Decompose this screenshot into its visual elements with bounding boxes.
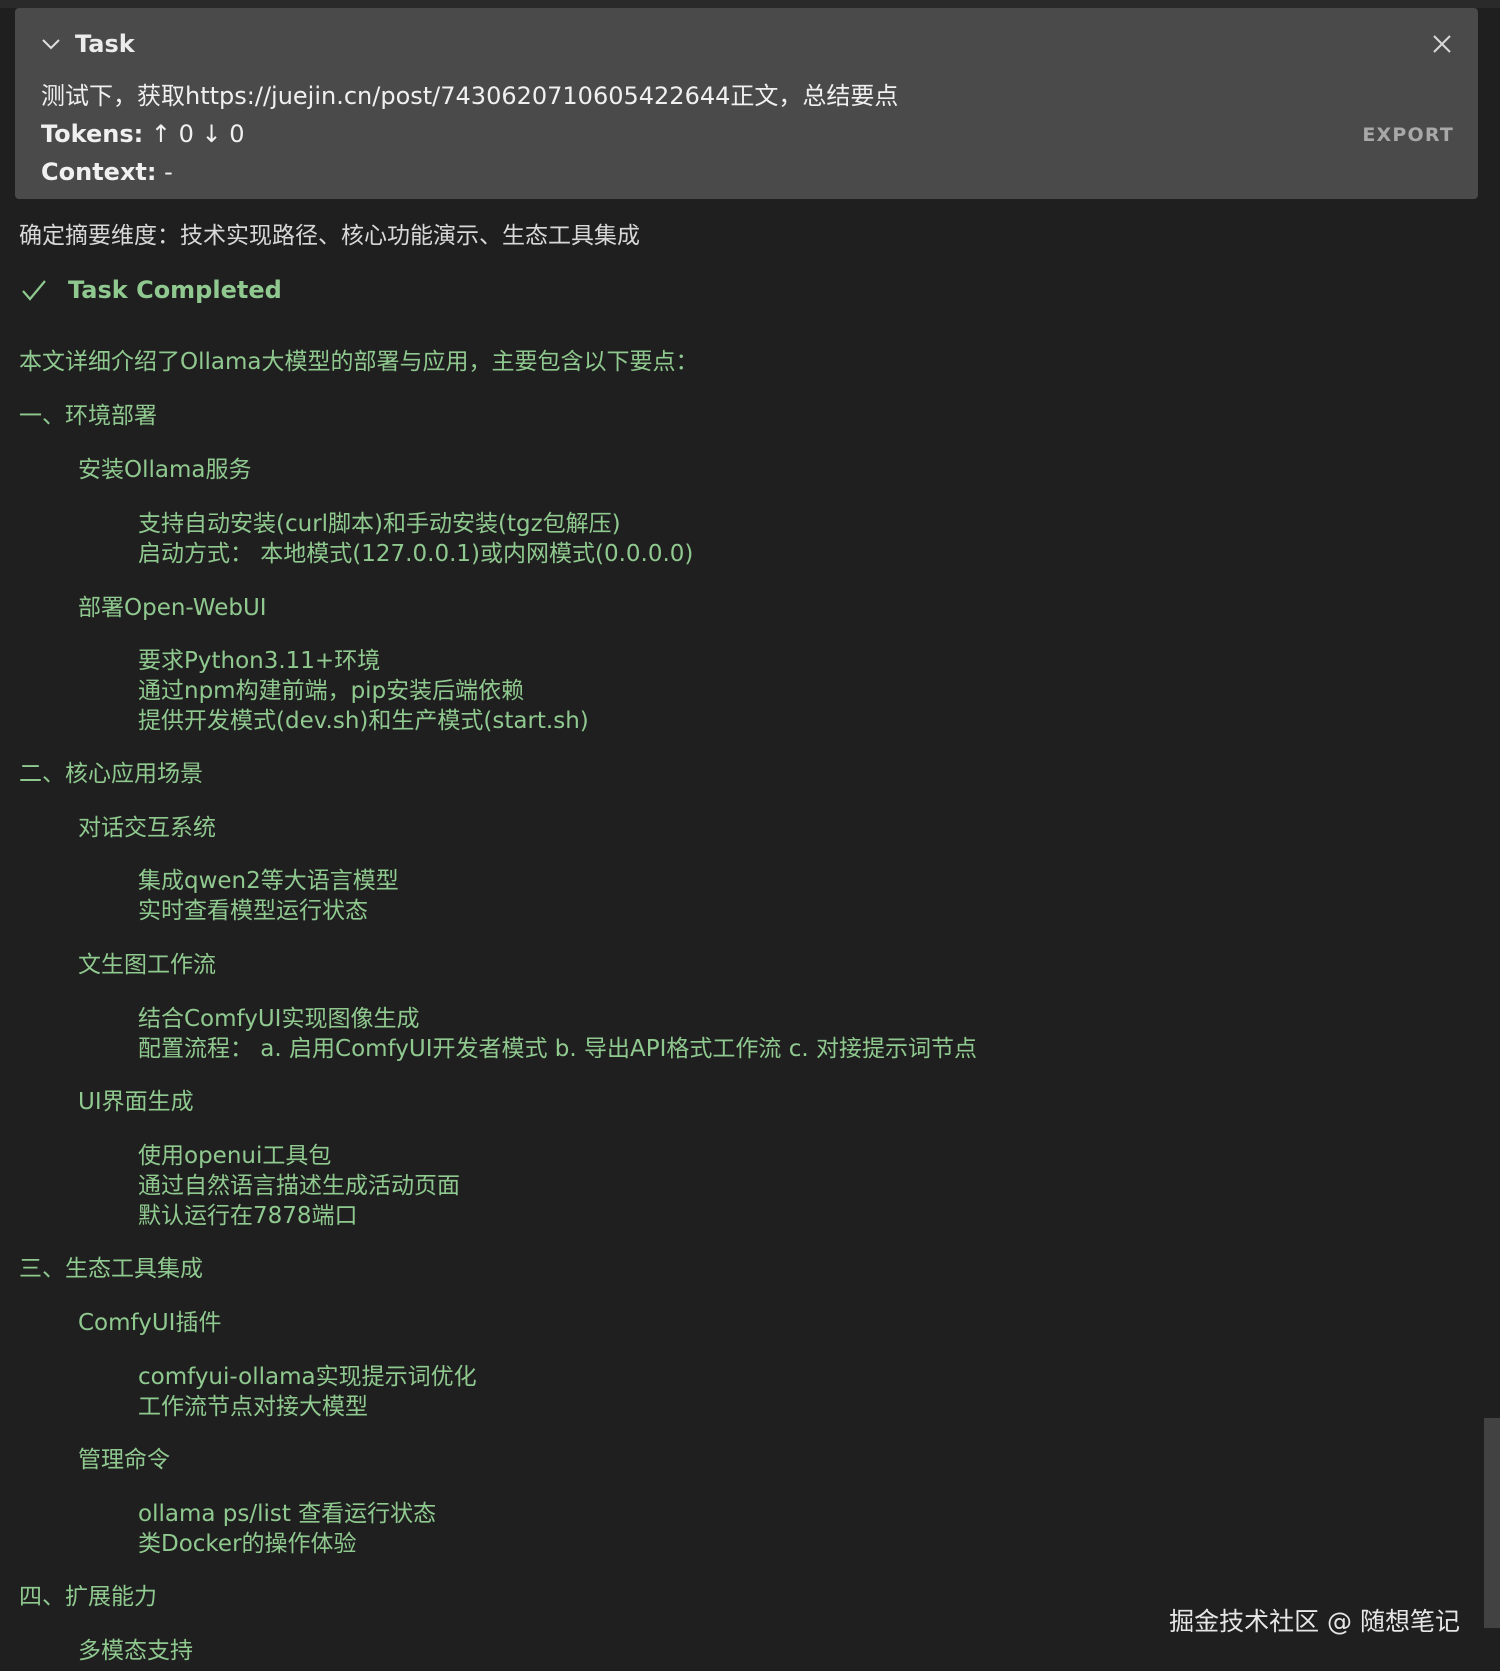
- task-title: Task: [75, 30, 135, 58]
- context-row: Context: -: [41, 158, 173, 186]
- tokens-up-value: ↑ 0: [150, 120, 194, 148]
- export-button[interactable]: EXPORT: [1362, 124, 1454, 146]
- close-icon[interactable]: [1430, 32, 1454, 56]
- list-item: 通过npm构建前端，pip安装后端依赖: [138, 678, 525, 704]
- list-item: 配置流程： a. 启用ComfyUI开发者模式 b. 导出API格式工作流 c.…: [138, 1036, 977, 1062]
- context-label: Context:: [41, 158, 157, 186]
- list-item: 要求Python3.11+环境: [138, 648, 381, 674]
- list-item: 默认运行在7878端口: [138, 1203, 358, 1229]
- list-item: comfyui-ollama实现提示词优化: [138, 1364, 477, 1390]
- section-heading: 四、扩展能力: [19, 1584, 157, 1610]
- list-item: 通过自然语言描述生成活动页面: [138, 1173, 460, 1199]
- summary-intro: 本文详细介绍了Ollama大模型的部署与应用，主要包含以下要点：: [19, 349, 699, 375]
- section-heading: 三、生态工具集成: [19, 1256, 203, 1282]
- list-item: 支持自动安装(curl脚本)和手动安装(tgz包解压): [138, 511, 621, 537]
- tokens-label: Tokens:: [41, 120, 144, 148]
- list-item: 结合ComfyUI实现图像生成: [138, 1006, 420, 1032]
- list-item: 提供开发模式(dev.sh)和生产模式(start.sh): [138, 708, 589, 734]
- list-item: 使用openui工具包: [138, 1143, 332, 1169]
- context-value: -: [164, 158, 173, 186]
- list-item: 实时查看模型运行状态: [138, 898, 368, 924]
- chevron-down-icon[interactable]: [39, 32, 63, 56]
- subsection-heading: ComfyUI插件: [78, 1310, 222, 1336]
- list-item: 类Docker的操作体验: [138, 1531, 357, 1557]
- window-top-strip: [0, 0, 1500, 8]
- list-item: 集成qwen2等大语言模型: [138, 868, 399, 894]
- subsection-heading: 多模态支持: [78, 1638, 193, 1664]
- subsection-heading: 对话交互系统: [78, 815, 216, 841]
- subsection-heading: 部署Open-WebUI: [78, 595, 267, 621]
- subsection-heading: 文生图工作流: [78, 952, 216, 978]
- status-line: 确定摘要维度：技术实现路径、核心功能演示、生态工具集成: [19, 223, 640, 249]
- list-item: 工作流节点对接大模型: [138, 1394, 368, 1420]
- task-prompt-text: 测试下，获取https://juejin.cn/post/74306207106…: [41, 82, 899, 110]
- list-item: 启动方式： 本地模式(127.0.0.1)或内网模式(0.0.0.0): [138, 541, 694, 567]
- task-header-panel: Task 测试下，获取https://juejin.cn/post/743062…: [15, 8, 1478, 199]
- section-heading: 一、环境部署: [19, 403, 157, 429]
- task-completed-row: Task Completed: [20, 276, 282, 304]
- scrollbar-thumb[interactable]: [1484, 1418, 1500, 1628]
- subsection-heading: UI界面生成: [78, 1089, 194, 1115]
- tokens-down-value: ↓ 0: [201, 120, 245, 148]
- section-heading: 二、核心应用场景: [19, 761, 203, 787]
- task-title-row[interactable]: Task: [39, 30, 135, 58]
- subsection-heading: 管理命令: [78, 1447, 170, 1473]
- task-completed-label: Task Completed: [68, 276, 282, 304]
- checkmark-icon: [22, 280, 46, 301]
- list-item: ollama ps/list 查看运行状态: [138, 1501, 437, 1527]
- tokens-row: Tokens: ↑ 0 ↓ 0: [41, 120, 245, 148]
- subsection-heading: 安装Ollama服务: [78, 457, 252, 483]
- watermark-text: 掘金技术社区 @ 随想笔记: [1169, 1607, 1460, 1636]
